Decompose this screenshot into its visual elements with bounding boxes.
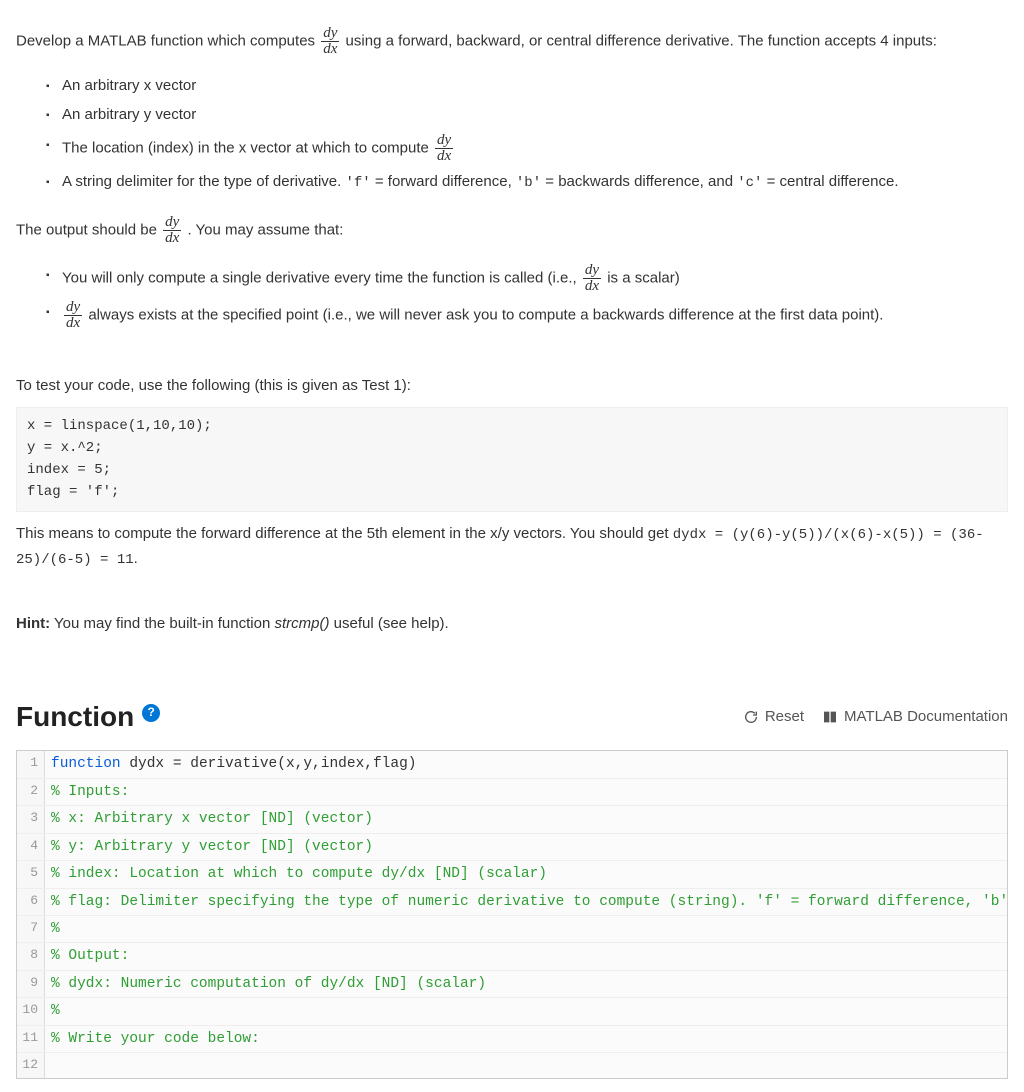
code-line[interactable]: function dydx = derivative(x,y,index,fla… — [45, 751, 1007, 777]
hint-label: Hint: — [16, 615, 50, 632]
dydx-fraction: dy dx — [64, 300, 82, 331]
code-line[interactable]: % Inputs: — [45, 779, 1007, 805]
code-line[interactable]: % — [45, 916, 1007, 942]
reset-icon — [743, 709, 759, 725]
function-section-header: Function ? Reset MATLAB Documentation — [16, 695, 1008, 738]
intro-paragraph: Develop a MATLAB function which computes… — [16, 26, 1008, 57]
test-intro: To test your code, use the following (th… — [16, 374, 1008, 397]
list-item: dy dx always exists at the specified poi… — [62, 297, 1008, 334]
intro-text-b: using a forward, backward, or central di… — [346, 32, 937, 49]
editor-row[interactable]: 7% — [17, 916, 1007, 943]
line-number: 3 — [17, 806, 45, 832]
book-icon — [822, 709, 838, 725]
editor-row[interactable]: 10% — [17, 998, 1007, 1025]
code-line[interactable]: % flag: Delimiter specifying the type of… — [45, 889, 1007, 915]
test-code-block: x = linspace(1,10,10); y = x.^2; index =… — [16, 407, 1008, 512]
editor-row[interactable]: 3% x: Arbitrary x vector [ND] (vector) — [17, 806, 1007, 833]
line-number: 5 — [17, 861, 45, 887]
inputs-list: An arbitrary x vector An arbitrary y vec… — [16, 71, 1008, 197]
code-line[interactable]: % x: Arbitrary x vector [ND] (vector) — [45, 806, 1007, 832]
dydx-fraction: dy dx — [163, 215, 181, 246]
dydx-fraction: dy dx — [583, 263, 601, 294]
editor-row[interactable]: 12 — [17, 1053, 1007, 1077]
section-title: Function — [16, 695, 134, 738]
list-item: The location (index) in the x vector at … — [62, 130, 1008, 167]
code-line[interactable]: % Write your code below: — [45, 1026, 1007, 1052]
hint-paragraph: Hint: You may find the built-in function… — [16, 612, 1008, 635]
editor-row[interactable]: 1function dydx = derivative(x,y,index,fl… — [17, 751, 1007, 778]
output-paragraph: The output should be dy dx . You may ass… — [16, 215, 1008, 246]
dydx-fraction: dy dx — [435, 133, 453, 164]
line-number: 10 — [17, 998, 45, 1024]
line-number: 12 — [17, 1053, 45, 1077]
code-line[interactable]: % — [45, 998, 1007, 1024]
code-line[interactable] — [45, 1053, 1007, 1077]
line-number: 4 — [17, 834, 45, 860]
editor-row[interactable]: 11% Write your code below: — [17, 1026, 1007, 1053]
line-number: 1 — [17, 751, 45, 777]
editor-row[interactable]: 6% flag: Delimiter specifying the type o… — [17, 889, 1007, 916]
section-title-group: Function ? — [16, 695, 160, 738]
hint-function: strcmp() — [274, 615, 329, 632]
list-item: An arbitrary y vector — [62, 100, 1008, 129]
code-line[interactable]: % Output: — [45, 943, 1007, 969]
line-number: 8 — [17, 943, 45, 969]
editor-row[interactable]: 5% index: Location at which to compute d… — [17, 861, 1007, 888]
editor-row[interactable]: 8% Output: — [17, 943, 1007, 970]
line-number: 2 — [17, 779, 45, 805]
reset-button[interactable]: Reset — [743, 705, 804, 728]
editor-row[interactable]: 9% dydx: Numeric computation of dy/dx [N… — [17, 971, 1007, 998]
line-number: 9 — [17, 971, 45, 997]
help-icon[interactable]: ? — [142, 704, 160, 722]
dydx-fraction: dy dx — [321, 26, 339, 57]
list-item: A string delimiter for the type of deriv… — [62, 167, 1008, 198]
list-item: You will only compute a single derivativ… — [62, 260, 1008, 297]
line-number: 6 — [17, 889, 45, 915]
test-explanation: This means to compute the forward differ… — [16, 522, 1008, 571]
editor-row[interactable]: 2% Inputs: — [17, 779, 1007, 806]
intro-text-a: Develop a MATLAB function which computes — [16, 32, 319, 49]
list-item: An arbitrary x vector — [62, 71, 1008, 100]
line-number: 11 — [17, 1026, 45, 1052]
code-line[interactable]: % index: Location at which to compute dy… — [45, 861, 1007, 887]
editor-row[interactable]: 4% y: Arbitrary y vector [ND] (vector) — [17, 834, 1007, 861]
code-line[interactable]: % dydx: Numeric computation of dy/dx [ND… — [45, 971, 1007, 997]
code-editor[interactable]: 1function dydx = derivative(x,y,index,fl… — [16, 750, 1008, 1078]
editor-toolbar: Reset MATLAB Documentation — [743, 705, 1008, 728]
line-number: 7 — [17, 916, 45, 942]
code-line[interactable]: % y: Arbitrary y vector [ND] (vector) — [45, 834, 1007, 860]
assumptions-list: You will only compute a single derivativ… — [16, 260, 1008, 334]
documentation-link[interactable]: MATLAB Documentation — [822, 705, 1008, 728]
